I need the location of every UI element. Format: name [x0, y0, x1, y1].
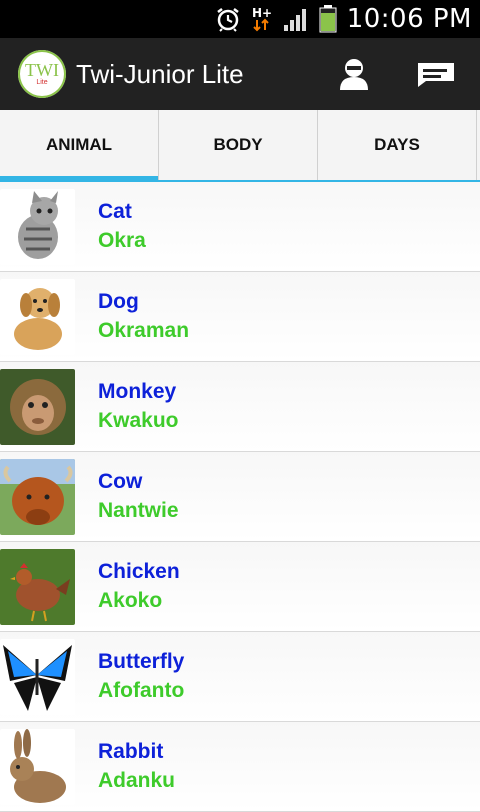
dog-image	[0, 278, 75, 355]
list-item[interactable]: Chicken Akoko	[0, 542, 480, 632]
twi-word: Kwakuo	[98, 409, 179, 432]
item-texts: Butterfly Afofanto	[98, 650, 184, 703]
twi-word: Okra	[98, 229, 146, 252]
tab-bar: ANIMAL BODY DAYS	[0, 110, 480, 182]
status-bar: H+ 10:06 PM	[0, 0, 480, 38]
list-item[interactable]: Rabbit Adanku	[0, 722, 480, 812]
english-word: Rabbit	[98, 740, 164, 763]
alarm-icon	[215, 6, 241, 32]
app-title: Twi-Junior Lite	[76, 58, 244, 89]
english-word: Cat	[98, 200, 132, 223]
english-word: Monkey	[98, 380, 177, 403]
profile-button[interactable]	[324, 38, 384, 110]
network-type-icon: H+	[251, 5, 273, 33]
battery-icon	[319, 5, 337, 33]
list-item[interactable]: Monkey Kwakuo	[0, 362, 480, 452]
animal-list: Cat Okra Dog Okraman Monkey Kwakuo Cow N…	[0, 182, 480, 812]
cat-image	[0, 188, 75, 265]
twi-word: Okraman	[98, 319, 190, 342]
butterfly-image	[0, 638, 75, 715]
twi-word: Adanku	[98, 769, 176, 792]
twi-word: Nantwie	[98, 499, 179, 522]
rabbit-image	[0, 728, 75, 805]
twi-word: Afofanto	[98, 679, 185, 702]
status-time: 10:06 PM	[346, 4, 472, 34]
item-texts: Chicken Akoko	[98, 560, 180, 613]
item-texts: Dog Okraman	[98, 290, 189, 343]
monkey-image	[0, 368, 75, 445]
app-logo[interactable]: TWI Lite	[18, 50, 66, 98]
list-item[interactable]: Cow Nantwie	[0, 452, 480, 542]
svg-text:H+: H+	[252, 6, 272, 20]
signal-icon	[283, 6, 309, 32]
item-texts: Cow Nantwie	[98, 470, 179, 523]
message-button[interactable]	[406, 38, 466, 110]
list-item[interactable]: Dog Okraman	[0, 272, 480, 362]
english-word: Butterfly	[98, 650, 185, 673]
item-texts: Cat Okra	[98, 200, 146, 253]
status-icons: H+ 10:06 PM	[215, 0, 472, 38]
list-item[interactable]: Cat Okra	[0, 182, 480, 272]
profile-icon	[340, 59, 368, 90]
cow-image	[0, 458, 75, 535]
tab-days[interactable]: DAYS	[318, 110, 477, 180]
message-icon	[418, 63, 454, 87]
item-texts: Monkey Kwakuo	[98, 380, 179, 433]
tab-animal[interactable]: ANIMAL	[0, 110, 159, 182]
logo-sub: Lite	[36, 79, 48, 86]
item-texts: Rabbit Adanku	[98, 740, 175, 793]
list-item[interactable]: Butterfly Afofanto	[0, 632, 480, 722]
logo-text: TWI	[25, 60, 59, 80]
chicken-image	[0, 548, 75, 625]
tab-body[interactable]: BODY	[159, 110, 318, 180]
english-word: Chicken	[98, 560, 180, 583]
english-word: Dog	[98, 290, 139, 313]
english-word: Cow	[98, 470, 143, 493]
action-bar: TWI Lite Twi-Junior Lite	[0, 38, 480, 110]
twi-word: Akoko	[98, 589, 163, 612]
